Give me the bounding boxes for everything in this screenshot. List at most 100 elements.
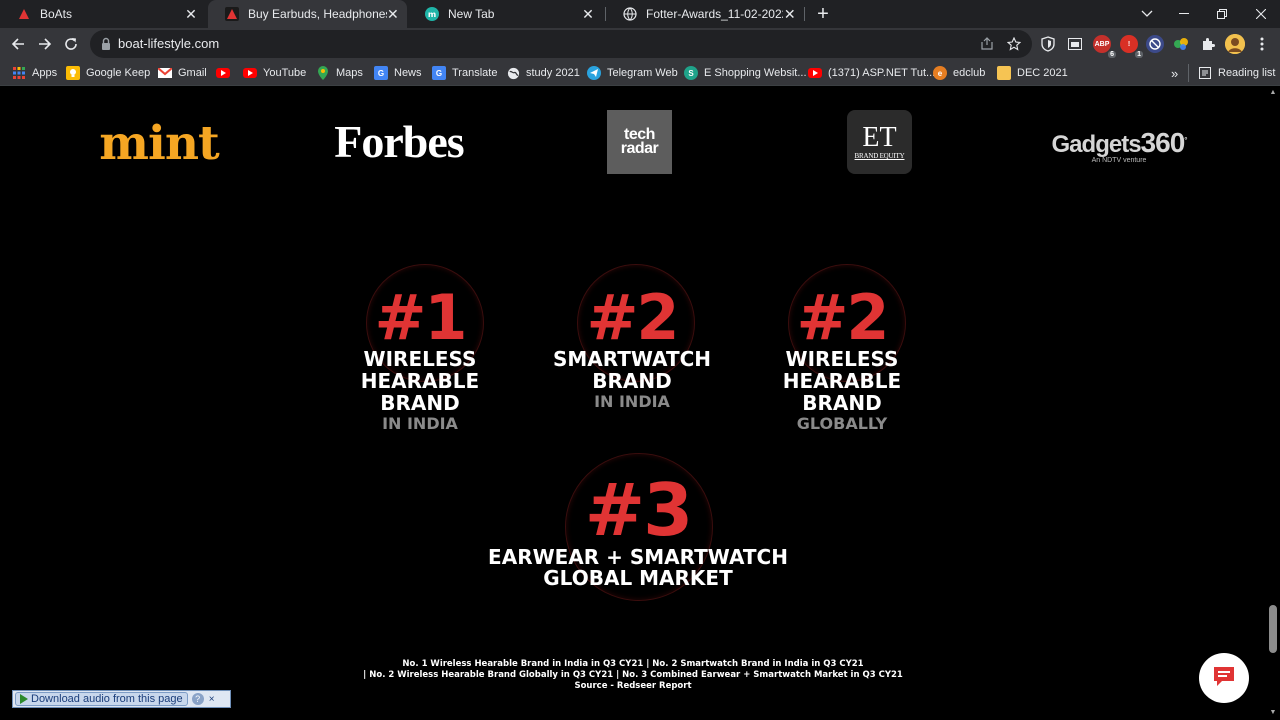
award-3-wireless-global: #2 WIRELESS HEARABLE BRAND GLOBALLY	[777, 262, 907, 437]
bookmark-gmail[interactable]: Gmail	[158, 64, 207, 82]
award-rank: #1	[374, 281, 467, 354]
bookmark-google-keep[interactable]: Google Keep	[66, 64, 150, 82]
close-icon[interactable]: ×	[206, 693, 218, 705]
share-icon[interactable]	[978, 35, 996, 53]
window-extension-icon[interactable]	[1066, 35, 1084, 53]
award-line: HEARABLE	[360, 369, 480, 393]
forward-icon[interactable]	[32, 31, 58, 57]
award-1-wireless-india: #1 WIRELESS HEARABLE BRAND IN INDIA	[355, 262, 485, 437]
back-icon[interactable]	[5, 31, 31, 57]
scroll-down-icon[interactable]: ▼	[1269, 709, 1277, 717]
address-bar[interactable]: boat-lifestyle.com	[90, 30, 1032, 58]
award-line: BRAND	[592, 369, 672, 393]
bookmark-edclub[interactable]: e edclub	[933, 64, 985, 82]
news-icon: G	[374, 66, 388, 80]
tab-separator	[804, 7, 805, 21]
gadgets360-logo: Gadgets360° An NDTV venture	[1051, 127, 1188, 165]
close-window-icon[interactable]	[1242, 0, 1280, 28]
bookmark-label: edclub	[953, 67, 986, 79]
bookmark-youtube-short[interactable]	[216, 64, 236, 82]
bookmark-label: Translate	[452, 67, 498, 79]
reading-list-button[interactable]: Reading list	[1188, 64, 1275, 82]
page-scrollbar[interactable]: ▲ ▼	[1266, 87, 1280, 720]
bookmark-dec-2021[interactable]: DEC 2021	[997, 64, 1068, 82]
award-line: EARWEAR + SMARTWATCH	[488, 545, 788, 569]
tab-title: Fotter-Awards_11-02-2022_1080	[646, 7, 783, 21]
et-brand-equity-logo: ET BRAND EQUITY	[847, 110, 912, 174]
youtube-icon	[808, 68, 822, 78]
audio-download-bar: Download audio from this page ? ×	[12, 690, 231, 708]
forbes-logo: Forbes	[334, 115, 464, 167]
edclub-icon: e	[933, 66, 947, 80]
bookmark-aspnet[interactable]: (1371) ASP.NET Tut...	[808, 64, 935, 82]
bookmark-study-2021[interactable]: study 2021	[506, 64, 580, 82]
bookmark-label: YouTube	[263, 67, 307, 79]
tab-fotter-awards[interactable]: Fotter-Awards_11-02-2022_1080 ✕	[606, 0, 804, 28]
translate-icon: G	[432, 66, 446, 80]
bookmark-translate[interactable]: G Translate	[432, 64, 497, 82]
tab-new-tab[interactable]: m New Tab ✕	[408, 0, 604, 28]
minimize-icon[interactable]	[1165, 0, 1203, 28]
tab-strip: BoAts ✕ Buy Earbuds, Headphones, Earph ✕…	[0, 0, 1280, 28]
bookmark-label: Maps	[336, 67, 363, 79]
bookmark-label: Reading list	[1218, 67, 1276, 79]
boat-icon	[16, 6, 32, 22]
bookmark-youtube[interactable]: YouTube	[243, 64, 306, 82]
close-icon[interactable]: ✕	[183, 6, 199, 22]
bookmarks-overflow-button[interactable]: »	[1171, 64, 1178, 82]
award-line: BRAND	[802, 391, 882, 415]
bookmark-label: DEC 2021	[1017, 67, 1068, 79]
award-line: BRAND	[380, 391, 460, 415]
page-content: mint Forbes tech radar ET BRAND EQUITY G…	[0, 87, 1266, 720]
maps-pin-icon	[316, 66, 330, 80]
tab-title: Buy Earbuds, Headphones, Earph	[248, 7, 387, 21]
bookmark-label: News	[394, 67, 422, 79]
avatar[interactable]	[1225, 34, 1245, 54]
play-icon	[20, 694, 28, 704]
chat-button[interactable]	[1199, 653, 1249, 703]
close-icon[interactable]: ✕	[387, 6, 399, 22]
new-tab-button[interactable]: +	[811, 2, 835, 26]
bookmark-apps[interactable]: Apps	[12, 64, 57, 82]
chat-bubble-icon	[1212, 665, 1236, 692]
block-extension-icon[interactable]	[1146, 35, 1164, 53]
tab-buy-earbuds[interactable]: Buy Earbuds, Headphones, Earph ✕	[208, 0, 407, 28]
close-icon[interactable]: ✕	[783, 6, 796, 22]
close-icon[interactable]: ✕	[580, 6, 596, 22]
scrollbar-thumb[interactable]	[1269, 605, 1277, 653]
url-text: boat-lifestyle.com	[118, 36, 220, 51]
tab-boats[interactable]: BoAts ✕	[0, 0, 207, 28]
bookmark-label: Telegram Web	[607, 67, 678, 79]
reload-icon[interactable]	[58, 31, 84, 57]
award-subtitle: GLOBALLY	[796, 414, 888, 433]
bookmarks-bar: Apps Google Keep Gmail YouTube Maps G Ne…	[0, 60, 1280, 86]
bookmark-news[interactable]: G News	[374, 64, 422, 82]
tab-search-icon[interactable]	[1128, 0, 1166, 28]
download-audio-button[interactable]: Download audio from this page	[15, 692, 188, 706]
alert-extension-icon[interactable]: ! 1	[1120, 35, 1143, 58]
bookmark-star-icon[interactable]	[1005, 35, 1023, 53]
award-line: WIRELESS	[363, 347, 477, 371]
bookmark-label: E Shopping Websit...	[704, 67, 807, 79]
bookmark-telegram-web[interactable]: Telegram Web	[587, 64, 678, 82]
palette-extension-icon[interactable]	[1172, 35, 1190, 53]
award-line: WIRELESS	[785, 347, 899, 371]
lock-icon[interactable]	[100, 37, 114, 51]
shield-extension-icon[interactable]	[1039, 35, 1057, 53]
adblock-extension-icon[interactable]: ABP 6	[1093, 35, 1116, 58]
youtube-icon	[243, 68, 257, 78]
award-4-global-market: #3 EARWEAR + SMARTWATCH GLOBAL MARKET	[473, 450, 803, 601]
menu-kebab-icon[interactable]	[1249, 31, 1275, 57]
bookmark-label: Apps	[32, 67, 58, 79]
scroll-up-icon[interactable]: ▲	[1269, 89, 1277, 97]
bookmark-e-shopping[interactable]: S E Shopping Websit...	[684, 64, 807, 82]
bookmark-label: Google Keep	[86, 67, 151, 79]
restore-icon[interactable]	[1203, 0, 1241, 28]
puzzle-extensions-icon[interactable]	[1199, 35, 1217, 53]
m-icon: m	[424, 6, 440, 22]
tab-title: BoAts	[40, 7, 73, 21]
bookmark-maps[interactable]: Maps	[316, 64, 363, 82]
folder-icon	[997, 66, 1011, 80]
footnote-line: | No. 2 Wireless Hearable Brand Globally…	[363, 670, 903, 680]
help-icon[interactable]: ?	[191, 693, 204, 705]
